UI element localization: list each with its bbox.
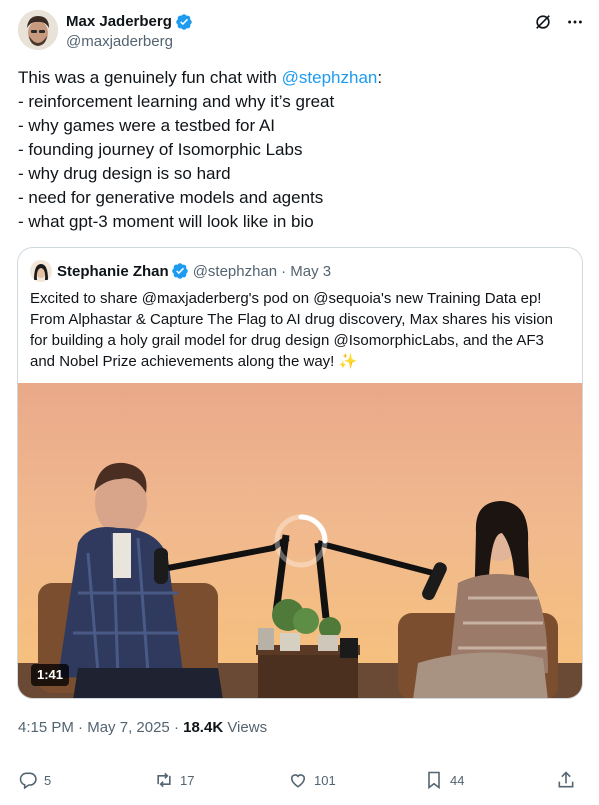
tweet-bullet: - reinforcement learning and why it’s gr… [18,92,335,111]
quoted-author-name[interactable]: Stephanie Zhan [57,263,169,280]
tweet-bullet: - founding journey of Isomorphic Labs [18,140,303,159]
quoted-tweet-date[interactable]: · May 3 [281,263,331,280]
quoted-tweet[interactable]: Stephanie Zhan @stephzhan · May 3 Excite… [17,247,583,699]
like-icon [290,774,306,788]
views-label[interactable]: Views [223,719,267,736]
tweet-header: Max Jaderberg @maxjaderberg [18,10,585,58]
quoted-tweet-header: Stephanie Zhan @stephzhan · May 3 [30,260,331,282]
author-avatar[interactable] [18,10,58,50]
tweet-actions: 5 17 101 44 [18,768,578,792]
quoted-text-line: and Nobel Prize achievements along the w… [30,353,358,370]
separator: · [73,719,88,736]
author-handle[interactable]: @maxjaderberg [66,32,193,52]
reply-icon [19,772,37,790]
quoted-text-line: From Alphastar & Capture The Flag to AI … [30,311,554,328]
tweet-text: This was a genuinely fun chat with @step… [18,66,578,234]
quoted-author-handle[interactable]: @stephzhan [193,263,277,280]
tweet-time[interactable]: 4:15 PM [18,719,74,736]
video-duration-badge: 1:41 [31,664,70,686]
bookmark-count: 44 [450,772,465,788]
share-icon [558,771,574,788]
share-button[interactable] [556,768,576,792]
tweet-intro: This was a genuinely fun chat with [18,68,282,87]
repost-count: 17 [180,772,195,788]
repost-icon [157,772,171,788]
quoted-tweet-text: Excited to share @maxjaderberg's pod on … [30,288,574,372]
tweet-bullet: - why drug design is so hard [18,164,231,183]
more-icon[interactable] [565,12,585,32]
reply-button[interactable]: 5 [18,768,51,792]
tweet-intro-line: This was a genuinely fun chat with @step… [18,66,578,90]
quoted-text-line: Excited to share @maxjaderberg's pod on … [30,290,542,307]
bookmark-icon [428,771,440,790]
grok-icon[interactable] [533,12,553,32]
author-name[interactable]: Max Jaderberg [66,12,193,32]
verified-badge-icon[interactable] [171,262,189,280]
tweet-bullet: - need for generative models and agents [18,188,324,207]
reply-count: 5 [44,772,52,788]
author-display-name[interactable]: Max Jaderberg [66,12,172,32]
repost-button[interactable]: 17 [154,768,194,792]
tweet-bullet: - why games were a testbed for AI [18,116,276,135]
video-player[interactable]: 1:41 [18,383,582,698]
verified-badge-icon[interactable] [175,13,193,31]
like-button[interactable]: 101 [288,768,336,792]
tweet-bullet: - what gpt-3 moment will look like in bi… [18,212,314,231]
views-count[interactable]: 18.4K [183,719,223,736]
quoted-text-line: for building a holy grail model for drug… [30,332,544,349]
separator: · [169,719,184,736]
quoted-author-avatar[interactable] [30,260,52,282]
tweet-meta: 4:15 PM · May 7, 2025 · 18.4K Views [18,718,267,738]
bookmark-button[interactable]: 44 [424,768,464,792]
tweet-date[interactable]: May 7, 2025 [87,719,170,736]
tweet-intro-end: : [377,68,383,87]
tweet-mention-link[interactable]: @stephzhan [282,68,378,87]
video-thumbnail [18,383,582,698]
like-count: 101 [314,772,336,788]
